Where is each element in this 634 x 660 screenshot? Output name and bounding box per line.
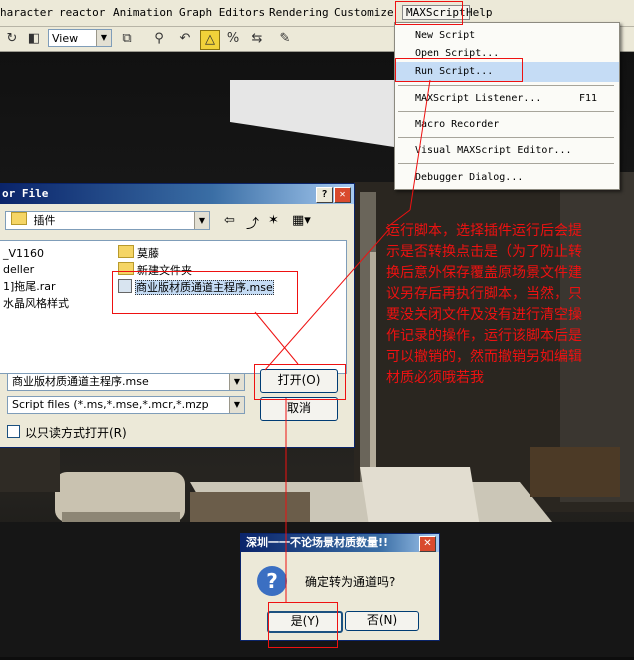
annotation-lines [254, 79, 431, 602]
